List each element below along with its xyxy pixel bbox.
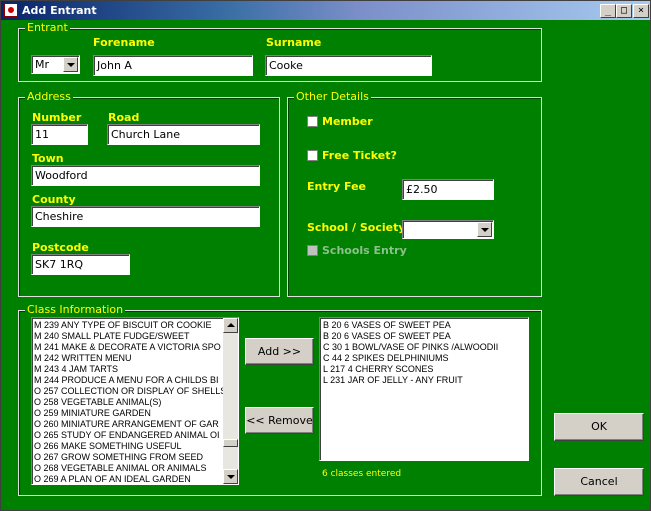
list-item[interactable]: B 20 6 VASES OF SWEET PEA [321,331,528,342]
add-class-button[interactable]: Add >> [245,338,314,365]
maximize-button[interactable]: □ [616,4,632,18]
app-icon [4,3,18,17]
schools-entry-checkbox: Schools Entry [307,244,407,257]
county-label: County [32,193,76,206]
list-item[interactable]: M 241 MAKE & DECORATE A VICTORIA SPO [32,342,223,353]
free-ticket-label: Free Ticket? [322,149,397,162]
available-classes-list[interactable]: M 239 ANY TYPE OF BISCUIT OR COOKIE M 240… [31,317,239,485]
free-ticket-checkbox-box[interactable] [307,150,318,161]
ok-button[interactable]: OK [554,413,644,441]
scroll-up-icon[interactable] [223,318,238,333]
add-entrant-window: Add Entrant _ □ × Entrant Forename Surna… [0,0,651,511]
scroll-down-icon[interactable] [223,469,238,484]
school-society-select[interactable] [402,220,494,239]
list-item[interactable]: C 44 2 SPIKES DELPHINIUMS [321,353,528,364]
close-button[interactable]: × [633,4,649,18]
title-bar: Add Entrant _ □ × [1,1,650,20]
list-item[interactable]: L 231 JAR OF JELLY - ANY FRUIT [321,375,528,386]
forename-label: Forename [93,36,155,49]
list-item[interactable]: O 267 GROW SOMETHING FROM SEED [32,452,223,463]
other-details-legend: Other Details [294,90,371,103]
member-checkbox-box[interactable] [307,116,318,127]
available-classes-scrollbar[interactable] [223,318,238,484]
list-item[interactable]: O 257 COLLECTION OR DISPLAY OF SHELLS [32,386,226,397]
minimize-button[interactable]: _ [600,4,616,18]
entry-fee-label: Entry Fee [307,180,367,193]
number-label: Number [32,111,82,124]
list-item[interactable]: C 30 1 BOWL/VASE OF PINKS /ALWOODII [321,342,528,353]
list-item[interactable]: O 265 STUDY OF ENDANGERED ANIMAL OI [32,430,223,441]
town-label: Town [32,152,64,165]
schools-entry-checkbox-box [307,245,318,256]
school-society-label: School / Society [307,221,406,234]
available-classes-items: M 239 ANY TYPE OF BISCUIT OR COOKIE M 240… [32,320,226,484]
number-input[interactable]: 11 [31,124,88,145]
list-item[interactable]: O 259 MINIATURE GARDEN [32,408,223,419]
road-label: Road [108,111,140,124]
chevron-down-icon[interactable] [63,57,78,72]
county-input[interactable]: Cheshire [31,206,260,227]
list-item[interactable]: M 242 WRITTEN MENU [32,353,223,364]
title-select-value: Mr [35,58,50,71]
list-item[interactable]: M 243 4 JAM TARTS [32,364,223,375]
list-item[interactable]: O 268 VEGETABLE ANIMAL OR ANIMALS [32,463,223,474]
entrant-legend: Entrant [25,21,70,34]
surname-label: Surname [266,36,322,49]
selected-classes-list[interactable]: B 20 6 VASES OF SWEET PEA B 20 6 VASES OF… [319,317,529,461]
list-item[interactable]: O 266 MAKE SOMETHING USEFUL [32,441,223,452]
entry-fee-input[interactable]: £2.50 [402,179,494,200]
list-item[interactable]: M 240 SMALL PLATE FUDGE/SWEET [32,331,223,342]
list-item[interactable]: L 217 4 CHERRY SCONES [321,364,528,375]
postcode-input[interactable]: SK7 1RQ [31,254,130,275]
address-legend: Address [25,90,73,103]
classes-count-text: 6 classes entered [322,469,402,479]
remove-class-button[interactable]: << Remove [245,407,314,434]
scroll-thumb[interactable] [223,439,238,447]
list-item[interactable]: O 258 VEGETABLE ANIMAL(S) [32,397,223,408]
list-item[interactable]: M 244 PRODUCE A MENU FOR A CHILDS BI [32,375,223,386]
forename-input[interactable]: John A [93,55,253,76]
free-ticket-checkbox[interactable]: Free Ticket? [307,149,397,162]
chevron-down-icon[interactable] [477,222,492,237]
member-label: Member [322,115,373,128]
postcode-label: Postcode [32,241,89,254]
window-title: Add Entrant [22,4,97,17]
list-item[interactable]: M 239 ANY TYPE OF BISCUIT OR COOKIE [32,320,223,331]
title-select[interactable]: Mr [31,55,80,74]
town-input[interactable]: Woodford [31,165,260,186]
list-item[interactable]: O 269 A PLAN OF AN IDEAL GARDEN [32,474,223,484]
list-item[interactable]: B 20 6 VASES OF SWEET PEA [321,320,528,331]
class-information-legend: Class Information [25,303,126,316]
cancel-button[interactable]: Cancel [554,468,644,496]
list-item[interactable]: O 260 MINIATURE ARRANGEMENT OF GAR [32,419,223,430]
member-checkbox[interactable]: Member [307,115,373,128]
selected-classes-items: B 20 6 VASES OF SWEET PEA B 20 6 VASES OF… [321,320,528,386]
schools-entry-label: Schools Entry [322,244,407,257]
surname-input[interactable]: Cooke [265,55,432,76]
road-input[interactable]: Church Lane [107,124,260,145]
